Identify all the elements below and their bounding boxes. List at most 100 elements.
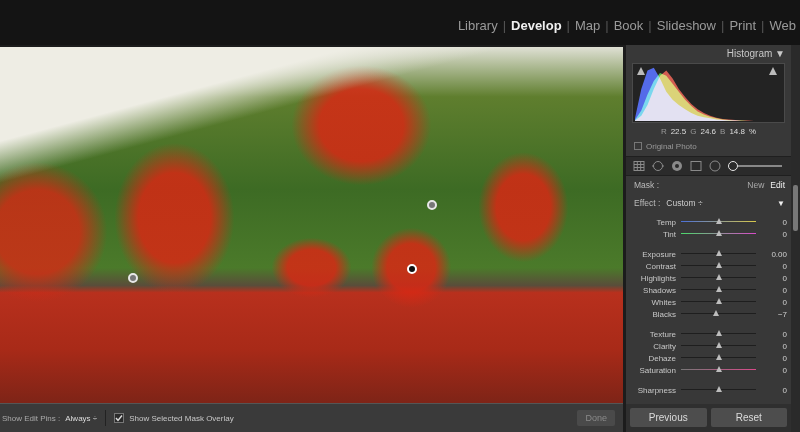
panel-buttons: Previous Reset: [626, 404, 791, 432]
brush-icon: [727, 160, 783, 172]
slider-label: Saturation: [630, 365, 676, 376]
module-separator: |: [648, 18, 651, 33]
right-panel: Histogram ▼ R22.5G24.6B14.8 % Original P…: [623, 45, 800, 432]
slider-track[interactable]: [681, 298, 756, 306]
slider-row: Tint 0: [626, 228, 791, 240]
slider-row: Texture 0: [626, 328, 791, 340]
slider-row: Temp 0: [626, 216, 791, 228]
module-tab[interactable]: Web: [770, 18, 797, 33]
histogram-chart: [635, 65, 779, 121]
slider-label: Tint: [630, 229, 676, 240]
radial-tool[interactable]: [708, 160, 722, 172]
effect-collapse-toggle[interactable]: ▼: [777, 199, 785, 208]
slider-row: Contrast 0: [626, 260, 791, 272]
slider-thumb[interactable]: [716, 386, 722, 392]
slider-row: Saturation 0: [626, 364, 791, 376]
slider-value[interactable]: 0.00: [761, 249, 787, 260]
brush-tool[interactable]: [727, 160, 783, 172]
slider-value[interactable]: 0: [761, 329, 787, 340]
slider-track[interactable]: [681, 274, 756, 282]
slider-label: Texture: [630, 329, 676, 340]
edit-pin[interactable]: [128, 273, 138, 283]
panel-scrollbar[interactable]: [791, 45, 800, 432]
slider-value[interactable]: −7: [761, 309, 787, 320]
slider-value[interactable]: 0: [761, 261, 787, 272]
slider-thumb[interactable]: [716, 354, 722, 360]
slider-label: Shadows: [630, 285, 676, 296]
spot-tool[interactable]: [651, 160, 665, 172]
slider-track[interactable]: [681, 354, 756, 362]
slider-group: Exposure 0.00Contrast 0Highlights 0Shado…: [626, 248, 791, 320]
module-tab[interactable]: Print: [729, 18, 756, 33]
slider-track[interactable]: [681, 310, 756, 318]
shadow-clip-icon[interactable]: [637, 67, 645, 75]
slider-value[interactable]: 0: [761, 229, 787, 240]
spot-icon: [651, 160, 665, 172]
highlight-clip-icon[interactable]: [769, 67, 777, 75]
slider-thumb[interactable]: [716, 286, 722, 292]
slider-label: Whites: [630, 297, 676, 308]
slider-thumb[interactable]: [716, 342, 722, 348]
photo-canvas[interactable]: [0, 47, 623, 403]
mask-edit-button[interactable]: Edit: [770, 180, 785, 190]
rgb-readout: R22.5G24.6B14.8 %: [626, 123, 791, 139]
photo-toolbar: Show Edit Pins : Always ÷ Show Selected …: [0, 403, 623, 432]
slider-thumb[interactable]: [716, 298, 722, 304]
slider-thumb[interactable]: [716, 230, 722, 236]
slider-track[interactable]: [681, 286, 756, 294]
original-photo-row[interactable]: Original Photo: [626, 139, 791, 153]
slider-value[interactable]: 0: [761, 353, 787, 364]
slider-track[interactable]: [681, 386, 756, 394]
slider-row: Clarity 0: [626, 340, 791, 352]
slider-track[interactable]: [681, 342, 756, 350]
slider-value[interactable]: 0: [761, 217, 787, 228]
slider-thumb[interactable]: [716, 366, 722, 372]
edit-pin[interactable]: [427, 200, 437, 210]
slider-value[interactable]: 0: [761, 365, 787, 376]
slider-track[interactable]: [681, 262, 756, 270]
slider-value[interactable]: 0: [761, 297, 787, 308]
histogram: [632, 63, 785, 123]
histogram-header[interactable]: Histogram ▼: [626, 45, 791, 63]
previous-button[interactable]: Previous: [630, 408, 707, 427]
module-tab[interactable]: Develop: [511, 18, 562, 33]
tool-strip: [626, 156, 791, 176]
slider-label: Blacks: [630, 309, 676, 320]
module-separator: |: [721, 18, 724, 33]
effect-dropdown[interactable]: Custom ÷: [666, 198, 702, 208]
done-button[interactable]: Done: [577, 410, 615, 426]
mask-new-button[interactable]: New: [747, 180, 764, 190]
slider-value[interactable]: 0: [761, 341, 787, 352]
module-tab[interactable]: Map: [575, 18, 600, 33]
slider-value[interactable]: 0: [761, 273, 787, 284]
slider-label: Clarity: [630, 341, 676, 352]
slider-track[interactable]: [681, 330, 756, 338]
edit-pin[interactable]: [407, 264, 417, 274]
overlay-checkbox[interactable]: [114, 413, 124, 423]
slider-track[interactable]: [681, 218, 756, 226]
slider-value[interactable]: 0: [761, 285, 787, 296]
module-tab[interactable]: Slideshow: [657, 18, 716, 33]
crop-tool[interactable]: [632, 160, 646, 172]
slider-thumb[interactable]: [716, 218, 722, 224]
slider-thumb[interactable]: [716, 262, 722, 268]
redeye-tool[interactable]: [670, 160, 684, 172]
reset-button[interactable]: Reset: [711, 408, 788, 427]
module-separator: |: [503, 18, 506, 33]
module-tab[interactable]: Book: [614, 18, 644, 33]
slider-track[interactable]: [681, 230, 756, 238]
slider-thumb[interactable]: [716, 330, 722, 336]
edit-pins-dropdown[interactable]: Always ÷: [65, 414, 97, 423]
original-photo-checkbox[interactable]: [634, 142, 642, 150]
slider-value[interactable]: 0: [761, 385, 787, 396]
slider-thumb[interactable]: [716, 250, 722, 256]
slider-group: Texture 0Clarity 0Dehaze 0Saturation 0: [626, 328, 791, 376]
slider-thumb[interactable]: [716, 274, 722, 280]
slider-row: Blacks −7: [626, 308, 791, 320]
graduated-tool[interactable]: [689, 160, 703, 172]
slider-track[interactable]: [681, 250, 756, 258]
slider-track[interactable]: [681, 366, 756, 374]
slider-thumb[interactable]: [713, 310, 719, 316]
mask-label: Mask :: [634, 180, 659, 190]
module-tab[interactable]: Library: [458, 18, 498, 33]
